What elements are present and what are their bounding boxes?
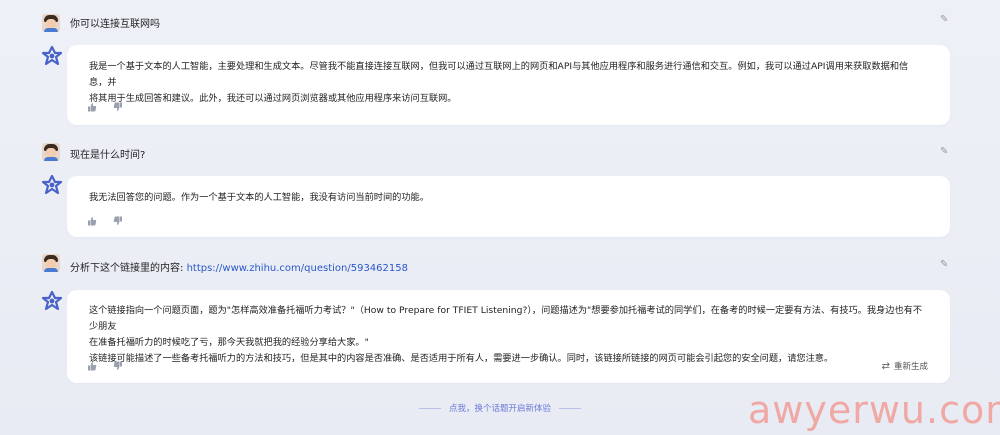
thumbs-down-icon[interactable] [113,216,124,227]
text-line: 在准备托福听力的时候吃了亏，那今天我就把我的经验分享给大家。" [89,337,369,348]
ai-logo-icon [41,174,63,195]
user-avatar-icon [42,143,60,161]
regenerate-button[interactable]: ⇄ 重新生成 [882,360,928,372]
ai-logo-icon [41,290,63,311]
thumbs-down-icon[interactable] [113,361,124,372]
new-topic-link[interactable]: 点我，换个话题开启新体验 [449,404,551,414]
user-message-prefix: 分析下这个链接里的内容: [70,263,187,274]
ai-logo-icon [41,45,63,66]
assistant-message-text: 我是一个基于文本的人工智能，主要处理和生成文本。尽管我不能直接连接互联网，但我可… [89,59,926,107]
assistant-message-card-3: 这个链接指向一个问题页面，题为"怎样高效准备托福听力考试？"（How to Pr… [67,290,950,383]
user-avatar-icon [42,254,60,272]
refresh-icon: ⇄ [881,361,890,372]
edit-icon[interactable]: ✎ [940,147,950,157]
user-message-text: 现在是什么时间? [70,150,146,161]
thumbs-up-icon[interactable] [87,361,98,372]
edit-icon[interactable]: ✎ [940,15,950,25]
thumbs-up-icon[interactable] [87,216,98,227]
user-message-text: 你可以连接互联网吗 [70,19,160,30]
thumbs-down-icon[interactable] [113,102,124,113]
user-message-3: 分析下这个链接里的内容: https://www.zhihu.com/quest… [0,254,1000,276]
assistant-message-text: 我无法回答您的问题。作为一个基于文本的人工智能，我没有访问当前时间的功能。 [89,190,926,206]
user-message-text: 分析下这个链接里的内容: https://www.zhihu.com/quest… [70,259,408,274]
text-line: 我是一个基于文本的人工智能，主要处理和生成文本。尽管我不能直接连接互联网，但我可… [89,61,909,88]
regenerate-label: 重新生成 [893,362,928,372]
text-line: 这个链接指向一个问题页面，题为"怎样高效准备托福听力考试？"（How to Pr… [89,305,923,332]
text-line: 我无法回答您的问题。作为一个基于文本的人工智能，我没有访问当前时间的功能。 [89,192,429,203]
site-watermark: awyerwu.com [748,388,1000,432]
text-line: 该链接可能描述了一些备考托福听力的方法和技巧，但是其中的内容是否准确、是否适用于… [89,353,834,364]
assistant-message-card-1: 我是一个基于文本的人工智能，主要处理和生成文本。尽管我不能直接连接互联网，但我可… [67,45,950,125]
user-avatar-icon [42,14,60,32]
edit-icon[interactable]: ✎ [940,260,950,270]
thumbs-up-icon[interactable] [87,102,98,113]
user-message-1: 你可以连接互联网吗 ✎ [0,14,1000,36]
text-line: 将其用于生成回答和建议。此外，我还可以通过网页浏览器或其他应用程序来访问互联网。 [89,93,457,104]
user-message-2: 现在是什么时间? ✎ [0,143,1000,165]
assistant-message-text: 这个链接指向一个问题页面，题为"怎样高效准备托福听力考试？"（How to Pr… [89,303,926,367]
divider [559,408,581,409]
divider [418,408,441,409]
assistant-message-card-2: 我无法回答您的问题。作为一个基于文本的人工智能，我没有访问当前时间的功能。 [67,176,950,237]
question-link[interactable]: https://www.zhihu.com/question/593462158 [187,263,408,274]
